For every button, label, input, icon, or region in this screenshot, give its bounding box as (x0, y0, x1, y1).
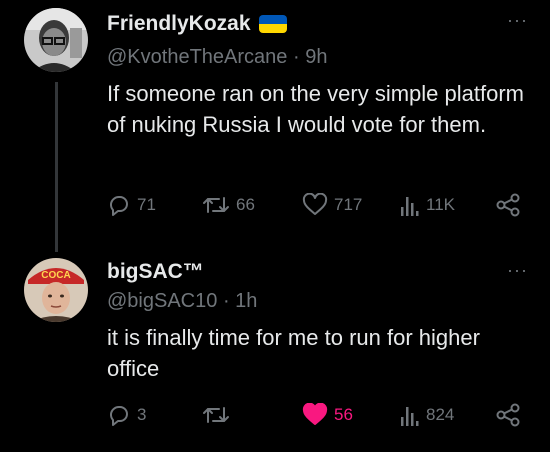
handle-line: @bigSAC10 · 1h (107, 290, 257, 313)
separator: · (222, 290, 230, 312)
tweet-header: FriendlyKozak (107, 12, 287, 36)
action-bar: 71 66 717 11K (107, 190, 527, 220)
views-icon (401, 407, 419, 426)
timestamp[interactable]: 9h (305, 46, 327, 68)
like-icon (302, 193, 328, 215)
retweet-icon (203, 407, 229, 423)
share-icon (496, 193, 520, 217)
display-name[interactable]: FriendlyKozak (107, 12, 251, 36)
ukraine-flag-icon (259, 15, 287, 33)
views-button[interactable]: 824 (400, 400, 454, 430)
timestamp[interactable]: 1h (235, 290, 257, 312)
avatar[interactable] (24, 8, 88, 72)
avatar-hat-text: COCA (41, 270, 70, 281)
views-icon (401, 197, 419, 216)
reply-icon (109, 195, 128, 216)
reply-count: 71 (137, 195, 156, 214)
tweet-text: it is finally time for me to run for hig… (107, 325, 480, 381)
avatar[interactable]: COCA (24, 258, 88, 322)
reply-button[interactable]: 71 (107, 190, 156, 220)
retweet-button[interactable] (202, 400, 236, 430)
like-count: 717 (334, 195, 363, 214)
reply-count: 3 (137, 405, 147, 424)
views-button[interactable]: 11K (400, 190, 455, 220)
action-bar: 3 56 824 (107, 400, 527, 430)
like-button[interactable]: 56 (302, 400, 353, 430)
tweet[interactable]: FriendlyKozak @KvotheTheArcane · 9h ··· … (0, 0, 550, 252)
views-count: 11K (426, 195, 455, 214)
share-icon (496, 403, 520, 427)
views-count: 824 (426, 405, 455, 424)
more-icon[interactable]: ··· (507, 260, 528, 281)
separator: · (292, 46, 300, 68)
display-name[interactable]: bigSAC™ (107, 260, 204, 284)
tweet-header: bigSAC™ (107, 260, 204, 284)
handle-line: @KvotheTheArcane · 9h (107, 46, 327, 69)
share-button[interactable] (495, 190, 521, 220)
handle[interactable]: @bigSAC10 (107, 290, 217, 312)
more-icon[interactable]: ··· (507, 10, 528, 31)
thread-connector-line (55, 82, 58, 252)
retweet-count: 66 (236, 195, 255, 214)
handle[interactable]: @KvotheTheArcane (107, 46, 287, 68)
share-button[interactable] (495, 400, 521, 430)
retweet-button[interactable]: 66 (202, 190, 255, 220)
like-count: 56 (334, 405, 353, 424)
retweet-icon (203, 197, 229, 213)
reply-icon (109, 405, 128, 426)
tweet[interactable]: COCA bigSAC™ @bigSAC10 · 1h ··· it is fi… (0, 250, 550, 452)
like-button[interactable]: 717 (302, 190, 362, 220)
tweet-text: If someone ran on the very simple platfo… (107, 81, 524, 137)
reply-button[interactable]: 3 (107, 400, 146, 430)
like-icon (302, 403, 328, 425)
